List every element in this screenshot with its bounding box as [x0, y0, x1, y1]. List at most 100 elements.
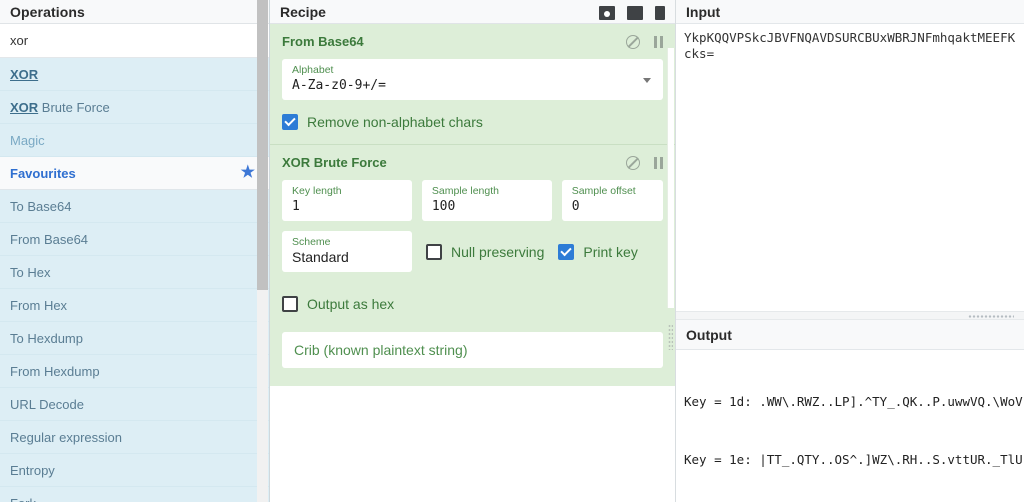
sample-length-value: 100	[431, 199, 456, 214]
output-as-hex-row[interactable]: Output as hex	[282, 296, 663, 312]
operation-label: From Hex	[10, 297, 68, 313]
operation-item-fork[interactable]: Fork	[0, 487, 269, 502]
output-line: Key = 1e: |TT_.QTY..OS^.]WZ\.RH..S.vttUR…	[684, 452, 1023, 468]
remove-non-alphabet-chars-row[interactable]: Remove non-alphabet chars	[282, 114, 663, 130]
scheme-field[interactable]: Scheme Standard	[282, 231, 412, 272]
operations-search-wrap[interactable]	[0, 24, 269, 58]
print-key-label: Print key	[583, 243, 638, 260]
recipe-body: From Base64 Alphabet A-Za-z0-9+/= Remove…	[270, 24, 675, 502]
load-recipe-icon[interactable]	[627, 6, 643, 20]
operation-item-from-hex[interactable]: From Hex	[0, 289, 269, 322]
sample-offset-value: 0	[571, 199, 580, 214]
operation-item-entropy[interactable]: Entropy	[0, 454, 269, 487]
operation-label: To Hex	[10, 264, 51, 280]
operation-label: XOR Brute Force	[10, 99, 110, 115]
operation-item-from-base64[interactable]: From Base64	[0, 223, 269, 256]
crib-input[interactable]: Crib (known plaintext string)	[282, 332, 663, 368]
disable-icon[interactable]	[626, 155, 640, 170]
recipe-operation-icons	[626, 34, 663, 49]
recipe-operation-icons	[626, 155, 663, 170]
save-recipe-icon[interactable]	[599, 6, 615, 20]
recipe-operation-xor-brute-force[interactable]: XOR Brute Force Key length 1 Sample leng…	[270, 145, 675, 386]
operation-item-to-hexdump[interactable]: To Hexdump	[0, 322, 269, 355]
output-as-hex-checkbox[interactable]	[282, 296, 298, 312]
output-textarea[interactable]: Key = 1d: .WW\.RWZ..LP].^TY_.QK..P.uwwVQ…	[676, 350, 1024, 502]
operation-label: To Hexdump	[10, 330, 83, 346]
search-highlight: XOR	[10, 66, 39, 82]
operation-label: From Hexdump	[10, 363, 100, 379]
sample-offset-field[interactable]: Sample offset 0	[561, 180, 663, 221]
pause-icon[interactable]	[654, 156, 663, 169]
print-key-row[interactable]: Print key	[558, 243, 638, 260]
null-preserving-row[interactable]: Null preserving	[426, 243, 545, 260]
output-title-bar: Output	[676, 320, 1024, 350]
print-key-checkbox[interactable]	[558, 243, 575, 260]
operation-label: From Base64	[10, 231, 89, 247]
output-title: Output	[686, 326, 732, 343]
operation-label: URL Decode	[10, 396, 84, 412]
search-highlight: XOR	[10, 99, 39, 115]
disable-icon[interactable]	[626, 34, 640, 49]
search-input[interactable]	[10, 33, 259, 48]
input-title-bar: Input	[676, 0, 1024, 24]
operation-label: Fork	[10, 496, 36, 502]
operation-item-to-hex[interactable]: To Hex	[0, 256, 269, 289]
recipe-operation-header: XOR Brute Force	[282, 155, 663, 170]
splitter-grip-icon	[968, 315, 1014, 318]
sample-length-label: Sample length	[431, 185, 499, 197]
alphabet-label: Alphabet	[292, 64, 334, 76]
clear-recipe-icon[interactable]	[655, 6, 665, 20]
operation-item-xor[interactable]: XOR	[0, 58, 269, 91]
key-length-field[interactable]: Key length 1	[282, 180, 412, 221]
output-as-hex-label: Output as hex	[307, 296, 395, 312]
remove-non-alphabet-chars-checkbox[interactable]	[282, 114, 298, 130]
star-icon: ★	[240, 164, 255, 181]
key-length-value: 1	[292, 199, 300, 214]
operation-item-regular-expression[interactable]: Regular expression	[0, 421, 269, 454]
recipe-controls	[599, 6, 665, 20]
null-preserving-label: Null preserving	[451, 243, 545, 260]
cyberchef-app: Operations XOR XOR Brute Force Magic Fav…	[0, 0, 1024, 502]
operation-label: Entropy	[10, 462, 55, 478]
key-length-label: Key length	[292, 185, 342, 197]
alphabet-value: A-Za-z0-9+/=	[292, 78, 386, 93]
io-pane: Input YkpKQQVPSkcJBVFNQAVDSURCBUxWBRJNFm…	[676, 0, 1024, 502]
operation-item-magic[interactable]: Magic	[0, 124, 269, 157]
operation-item-url-decode[interactable]: URL Decode	[0, 388, 269, 421]
operation-label: Regular expression	[10, 429, 123, 445]
remove-non-alphabet-chars-label: Remove non-alphabet chars	[307, 114, 483, 130]
scheme-value: Standard	[292, 249, 349, 265]
operations-category-favourites[interactable]: Favourites ★	[0, 157, 269, 190]
sample-length-field[interactable]: Sample length 100	[421, 180, 552, 221]
chevron-down-icon[interactable]	[643, 77, 651, 83]
operation-label: To Base64	[10, 198, 72, 214]
recipe-operation-header: From Base64	[282, 34, 663, 49]
scheme-label: Scheme	[292, 236, 331, 248]
alphabet-field[interactable]: Alphabet A-Za-z0-9+/=	[282, 59, 663, 100]
null-preserving-checkbox[interactable]	[426, 243, 442, 260]
output-line: Key = 1d: .WW\.RWZ..LP].^TY_.QK..P.uwwVQ…	[684, 394, 1023, 410]
recipe-operation-title: XOR Brute Force	[282, 155, 387, 170]
operation-item-to-base64[interactable]: To Base64	[0, 190, 269, 223]
operations-title-bar: Operations	[0, 0, 269, 24]
operation-label: Magic	[10, 132, 45, 148]
operations-list: XOR XOR Brute Force Magic Favourites ★ T…	[0, 58, 269, 502]
recipe-scrollbar-thumb[interactable]	[667, 48, 674, 308]
operation-item-from-hexdump[interactable]: From Hexdump	[0, 355, 269, 388]
io-splitter[interactable]	[676, 311, 1024, 320]
recipe-operation-from-base64[interactable]: From Base64 Alphabet A-Za-z0-9+/= Remove…	[270, 24, 675, 145]
recipe-operation-title: From Base64	[282, 34, 364, 49]
operation-label: XOR	[10, 67, 38, 82]
category-label: Favourites	[10, 165, 76, 181]
recipe-title: Recipe	[280, 4, 326, 20]
xor-params-row-2: Scheme Standard Null preserving Print ke…	[282, 231, 663, 272]
input-textarea[interactable]: YkpKQQVPSkcJBVFNQAVDSURCBUxWBRJNFmhqaktM…	[676, 24, 1024, 311]
operations-pane: Operations XOR XOR Brute Force Magic Fav…	[0, 0, 270, 502]
operation-item-xor-brute-force[interactable]: XOR Brute Force	[0, 91, 269, 124]
recipe-resize-grip[interactable]	[668, 324, 673, 350]
input-title: Input	[686, 4, 721, 20]
operations-scrollbar-thumb[interactable]	[257, 0, 268, 290]
crib-placeholder: Crib (known plaintext string)	[294, 342, 468, 358]
pause-icon[interactable]	[654, 35, 663, 48]
sample-offset-label: Sample offset	[571, 185, 636, 197]
